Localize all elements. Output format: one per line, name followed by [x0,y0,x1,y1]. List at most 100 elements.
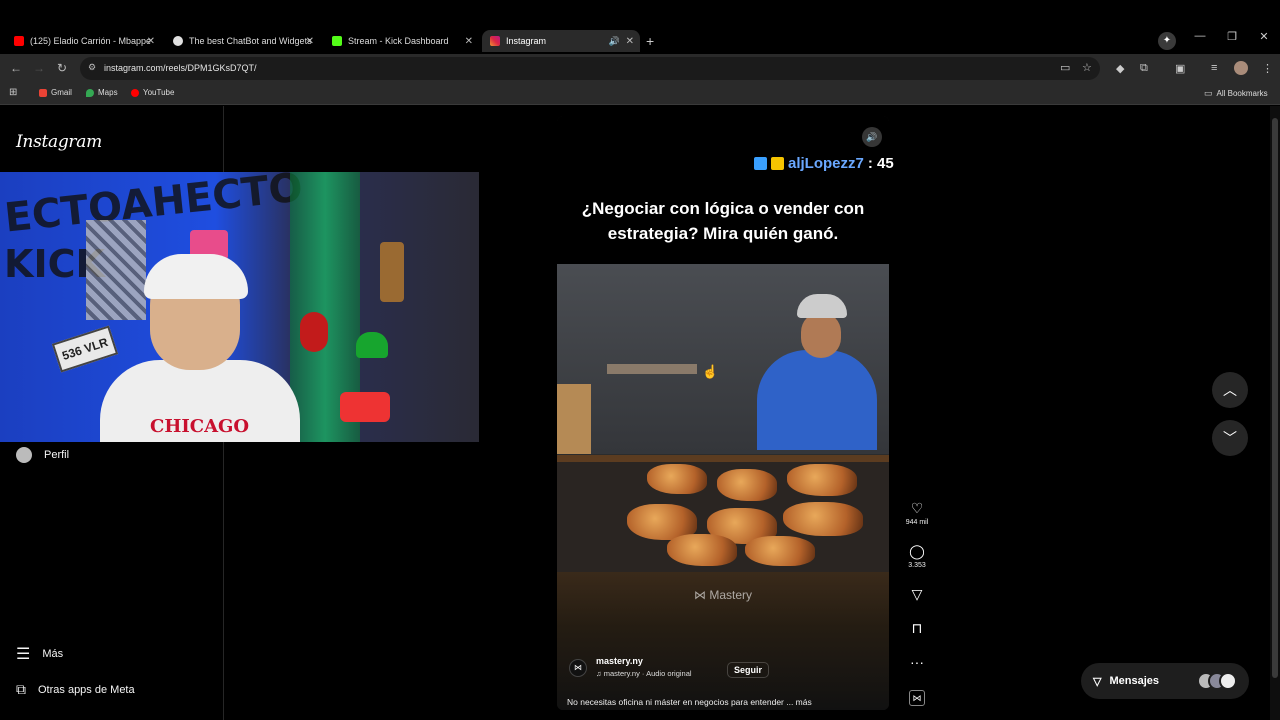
send-icon: ▽ [1093,675,1102,688]
bookmark-label: Gmail [51,88,72,97]
forward-icon[interactable]: → [33,61,45,75]
comment-count: 3.353 [908,562,926,569]
tab-label: The best ChatBot and Widgets [189,36,312,46]
reload-icon[interactable]: ↻ [57,61,67,75]
mastery-logo-icon: ⋈ [693,588,710,602]
chicken [717,469,777,501]
avatar[interactable] [1234,61,1248,75]
previous-reel-button[interactable]: ︿ [1212,372,1248,408]
sidebar-item-meta-apps[interactable]: ⧉ Otras apps de Meta [16,681,135,698]
audio-info[interactable]: ♫ mastery.ny · Audio original [596,669,692,678]
sidebar-item-more[interactable]: ☰ Más [16,644,63,664]
more-options-button[interactable]: ··· [900,654,934,672]
speaker-icon[interactable]: 🔊 [609,36,620,47]
close-icon[interactable]: ✕ [626,36,634,47]
gemini-icon[interactable]: ✦ [1158,32,1176,50]
kick-icon [332,36,342,46]
ellipsis-icon: ··· [910,654,924,670]
comment-icon: ◯ [909,543,925,559]
tab-label: Instagram [506,36,547,46]
bookmark-label: All Bookmarks [1216,89,1268,98]
send-icon: ▽ [911,586,923,602]
restore-icon[interactable]: ❐ [1216,30,1248,43]
heart-icon: ♡ [910,500,924,516]
tab-search-icon[interactable]: ▣ [1175,62,1185,75]
watermark-text: Mastery [709,588,753,602]
volume-icon[interactable]: 🔊 [862,127,882,147]
url-field[interactable]: ⚙ instagram.com/reels/DPM1GKsD7QT/ ▭ ☆ [80,57,1100,80]
minimize-icon[interactable]: — [1184,30,1216,43]
spiderman-figure [300,312,328,352]
box [557,384,591,454]
cook [757,294,877,450]
music-note-icon: ♫ [596,669,604,678]
tab-chatbot[interactable]: The best ChatBot and Widgets ✕ [165,30,320,52]
back-icon[interactable]: ← [10,61,22,75]
sidebar-item-profile[interactable]: Perfil [16,447,69,463]
puzzle-icon[interactable]: ⧉ [1140,62,1148,75]
tab-youtube[interactable]: (125) Eladio Carrión - Mbappe ✕ [6,30,161,52]
streamer: CHICAGO [100,254,300,442]
url-text[interactable]: instagram.com/reels/DPM1GKsD7QT/ [104,63,257,73]
save-button[interactable]: ⊓ [900,620,934,639]
cast-icon[interactable]: ▭ [1060,61,1070,74]
cook-cap [797,294,847,318]
reel-video[interactable]: ¿Negociar con lógica o vender con estrat… [557,116,889,710]
bookmark-star-icon[interactable]: ☆ [1082,61,1092,74]
subscriber-badge-icon [754,157,767,170]
page-scrollbar[interactable] [1270,106,1280,720]
instagram-logo[interactable]: Instagram [16,132,102,152]
scrollbar-thumb[interactable] [1272,118,1278,678]
extension-icon[interactable]: ◆ [1116,62,1124,75]
bookmark-gmail[interactable]: Gmail [39,88,72,97]
media-icon[interactable]: ≡ [1211,62,1217,74]
bookmark-maps[interactable]: Maps [86,88,118,97]
share-button[interactable]: ▽ [900,586,934,605]
account-avatar[interactable]: ⋈ [569,659,587,677]
instagram-icon [490,36,500,46]
chat-overlay: aljLopezz7 : 45 [754,155,894,172]
like-button[interactable]: ♡ 944 mil [900,500,934,526]
chicken [647,464,707,494]
tab-label: Stream - Kick Dashboard [348,36,449,46]
comment-button[interactable]: ◯ 3.353 [900,543,934,569]
tab-kick[interactable]: Stream - Kick Dashboard ✕ [324,30,479,52]
close-icon[interactable]: ✕ [465,36,473,47]
all-bookmarks[interactable]: ▭ All Bookmarks [1204,88,1268,99]
mouse-cursor-icon: ☝ [702,364,719,379]
account-username[interactable]: mastery.ny [596,656,643,666]
apps-icon[interactable]: ⊞ [9,87,17,98]
green-cap [356,332,388,358]
groot-figure [380,242,404,302]
new-tab-icon[interactable]: + [646,33,654,49]
follow-button[interactable]: Seguir [727,662,770,678]
close-icon[interactable]: ✕ [306,36,314,47]
cook-face [801,312,841,358]
menu-icon[interactable]: ⋮ [1262,62,1273,75]
chicken [667,534,737,566]
site-info-icon[interactable]: ⚙ [88,62,96,73]
chicken [783,502,863,536]
sidebar: Instagram ECTOAHECTO KICK 536 VLR CHICAG… [0,106,479,720]
close-icon[interactable]: ✕ [147,36,155,47]
bookmark-youtube[interactable]: YouTube [131,88,174,97]
reel-description[interactable]: No necesitas oficina ni máster en negoci… [567,697,812,707]
chat-username: aljLopezz7 [788,155,864,172]
mastery-watermark: ⋈ Mastery [557,588,889,602]
messages-label: Mensajes [1109,675,1159,687]
youtube-icon [131,88,139,97]
bookmark-icon: ⊓ [911,620,923,636]
maps-icon [86,88,94,97]
address-bar: ← → ↻ ⚙ instagram.com/reels/DPM1GKsD7QT/… [0,54,1280,83]
folder-icon: ▭ [1204,88,1213,98]
next-reel-button[interactable]: ﹀ [1212,420,1248,456]
chicken [787,464,857,496]
crown-badge-icon [771,157,784,170]
messages-button[interactable]: ▽ Mensajes [1081,663,1249,699]
audio-thumb-button[interactable]: ⋈ [900,690,934,708]
tab-instagram[interactable]: Instagram 🔊 ✕ [482,30,640,52]
durag [144,254,248,299]
bookmark-label: Maps [98,88,118,97]
close-window-icon[interactable]: ✕ [1248,30,1280,43]
graffiti: ECTOAHECTO [2,172,305,242]
